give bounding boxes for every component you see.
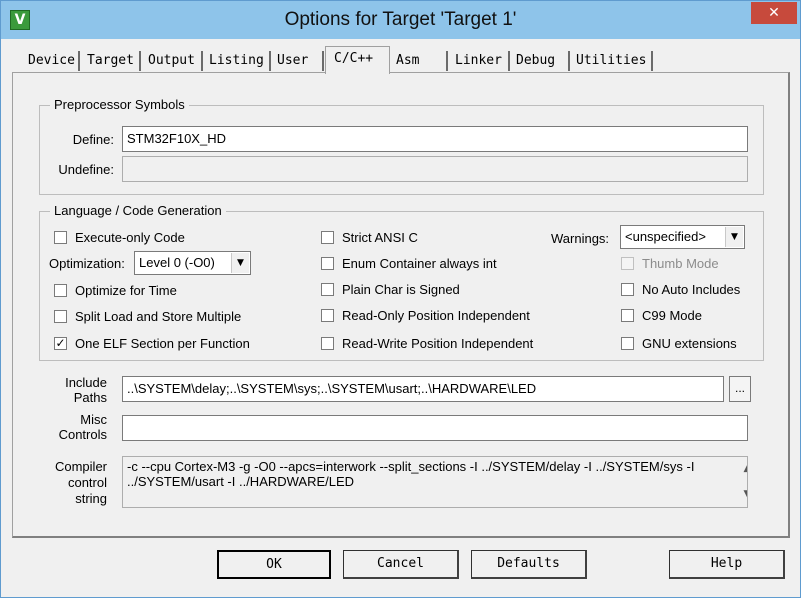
strict-ansi-label: Strict ANSI C (342, 230, 418, 245)
define-input[interactable]: STM32F10X_HD (122, 126, 748, 152)
scroll-up-icon[interactable]: ▲ (738, 462, 747, 477)
one-elf-box[interactable]: ✓ (54, 337, 67, 350)
tab-user[interactable]: User (272, 51, 324, 71)
strict-ansi-box[interactable] (321, 231, 334, 244)
title-bar[interactable]: V Options for Target 'Target 1' ✕ (1, 1, 800, 39)
define-label: Define: (72, 132, 114, 147)
tab-device[interactable]: Device (23, 51, 80, 71)
optimization-value: Level 0 (-O0) (139, 255, 215, 270)
plain-char-box[interactable] (321, 283, 334, 296)
include-browse-button[interactable]: ... (729, 376, 751, 402)
tab-strip: Device Target Output Listing User C/C++ … (9, 39, 792, 74)
optimize-time-box[interactable] (54, 284, 67, 297)
include-paths-input[interactable]: ..\SYSTEM\delay;..\SYSTEM\sys;..\SYSTEM\… (122, 376, 724, 402)
compiler-label-line3: string (75, 491, 107, 506)
compiler-string-line1: -c --cpu Cortex-M3 -g -O0 --apcs=interwo… (127, 459, 695, 474)
include-label-line1: Include (65, 375, 107, 390)
tab-linker[interactable]: Linker (450, 51, 510, 71)
thumb-mode-label: Thumb Mode (642, 256, 719, 271)
compiler-string-line2: ../SYSTEM/usart -I ../HARDWARE/LED (127, 474, 355, 489)
no-auto-includes-label: No Auto Includes (642, 282, 741, 297)
ro-position-label: Read-Only Position Independent (342, 308, 530, 323)
c99-mode-box[interactable] (621, 309, 634, 322)
rw-position-label: Read-Write Position Independent (342, 336, 534, 351)
enum-container-box[interactable] (321, 257, 334, 270)
chevron-down-icon[interactable]: ▼ (231, 253, 249, 273)
tab-c-cpp[interactable]: C/C++ (325, 46, 390, 74)
optimization-label: Optimization: (49, 256, 125, 271)
execute-only-label: Execute-only Code (75, 230, 185, 245)
tab-utilities[interactable]: Utilities (571, 51, 653, 71)
preprocessor-legend: Preprocessor Symbols (50, 97, 189, 112)
tab-output[interactable]: Output (143, 51, 203, 71)
plain-char-label: Plain Char is Signed (342, 282, 460, 297)
misc-controls-label: Misc Controls (43, 412, 107, 442)
misc-controls-input[interactable] (122, 415, 748, 441)
cancel-button[interactable]: Cancel (343, 550, 459, 579)
gnu-extensions-box[interactable] (621, 337, 634, 350)
warnings-label: Warnings: (551, 231, 610, 246)
execute-only-box[interactable] (54, 231, 67, 244)
undefine-label: Undefine: (58, 162, 114, 177)
misc-label-line2: Controls (58, 427, 107, 442)
warnings-value: <unspecified> (625, 229, 706, 244)
thumb-mode-box (621, 257, 634, 270)
scroll-down-icon[interactable]: ▼ (738, 487, 747, 502)
tab-debug[interactable]: Debug (511, 51, 570, 71)
no-auto-includes-box[interactable] (621, 283, 634, 296)
undefine-input[interactable] (122, 156, 748, 182)
include-label-line2: Paths (73, 390, 107, 405)
compiler-scrollbar[interactable]: ▲ ▼ (729, 457, 747, 507)
help-button[interactable]: Help (669, 550, 785, 579)
close-button[interactable]: ✕ (751, 2, 797, 24)
compiler-label-line2: control (67, 475, 107, 490)
compiler-control-label: Compiler control string (43, 459, 107, 507)
options-dialog: V Options for Target 'Target 1' ✕ Device… (0, 0, 801, 598)
defaults-button[interactable]: Defaults (471, 550, 587, 579)
dialog-client: Device Target Output Listing User C/C++ … (9, 39, 792, 590)
tab-target[interactable]: Target (82, 51, 141, 71)
c99-mode-label: C99 Mode (642, 308, 702, 323)
tab-asm[interactable]: Asm (391, 51, 448, 71)
optimize-time-label: Optimize for Time (75, 283, 177, 298)
enum-container-label: Enum Container always int (342, 256, 497, 271)
gnu-extensions-label: GNU extensions (642, 336, 737, 351)
optimization-select[interactable]: Level 0 (-O0) ▼ (134, 251, 251, 275)
chevron-down-icon[interactable]: ▼ (725, 227, 743, 247)
split-load-label: Split Load and Store Multiple (75, 309, 242, 324)
c-cpp-panel: Preprocessor Symbols Define: STM32F10X_H… (12, 72, 790, 538)
tab-listing[interactable]: Listing (204, 51, 271, 71)
rw-position-box[interactable] (321, 337, 334, 350)
split-load-box[interactable] (54, 310, 67, 323)
compiler-label-line1: Compiler (54, 459, 107, 474)
compiler-control-string[interactable]: -c --cpu Cortex-M3 -g -O0 --apcs=interwo… (122, 456, 748, 508)
ro-position-box[interactable] (321, 309, 334, 322)
window-title: Options for Target 'Target 1' (284, 9, 517, 30)
ok-button[interactable]: OK (217, 550, 331, 579)
include-paths-label: Include Paths (43, 375, 107, 405)
codegen-legend: Language / Code Generation (50, 203, 226, 218)
one-elf-label: One ELF Section per Function (75, 336, 250, 351)
misc-label-line1: Misc (80, 412, 107, 427)
warnings-select[interactable]: <unspecified> ▼ (620, 225, 745, 249)
